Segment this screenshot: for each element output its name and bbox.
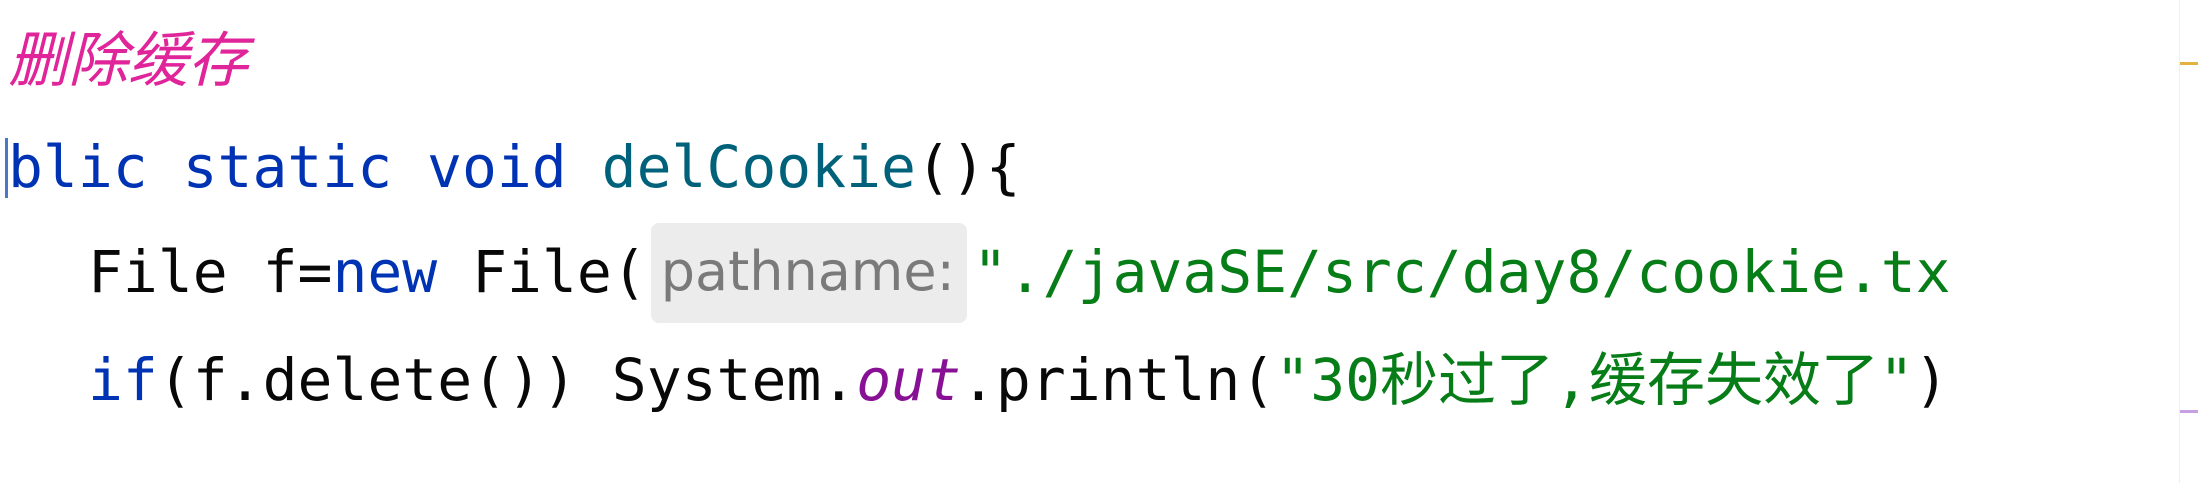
method-parens-brace: (){ (915, 133, 1021, 201)
path-string-literal: "./javaSE/src/day8/cookie.tx (972, 238, 1951, 306)
closing-paren: ) (1913, 346, 1949, 414)
code-line-method-declaration[interactable]: blic static void delCookie(){ (8, 132, 1021, 202)
comment-line: 删除缓存 (8, 26, 248, 96)
message-string-literal: "30秒过了,缓存失效了" (1275, 346, 1914, 414)
code-line-if-statement[interactable]: if(f.delete()) System.out.println("30秒过了… (88, 345, 1949, 415)
warning-marker[interactable] (2180, 62, 2198, 65)
println-call: .println( (961, 346, 1276, 414)
info-marker[interactable] (2180, 410, 2198, 413)
method-name: delCookie (601, 133, 916, 201)
code-editor[interactable]: 删除缓存 blic static void delCookie(){ File … (0, 0, 2200, 483)
static-field-out: out (856, 346, 961, 414)
file-variable-declaration: File f= (88, 238, 333, 306)
file-constructor: File( (437, 238, 647, 306)
error-stripe-gutter[interactable] (2180, 0, 2200, 483)
keyword-void: void (427, 133, 567, 201)
code-line-file-declaration[interactable]: File f=new File(pathname: "./javaSE/src/d… (88, 223, 1951, 323)
comment-text: 删除缓存 (8, 26, 248, 96)
keyword-public-fragment: blic (8, 133, 148, 201)
delete-condition: (f.delete()) System. (157, 346, 857, 414)
parameter-name-hint: pathname: (650, 223, 967, 323)
keyword-static: static (182, 133, 393, 201)
keyword-new: new (332, 238, 438, 306)
keyword-if: if (88, 346, 158, 414)
